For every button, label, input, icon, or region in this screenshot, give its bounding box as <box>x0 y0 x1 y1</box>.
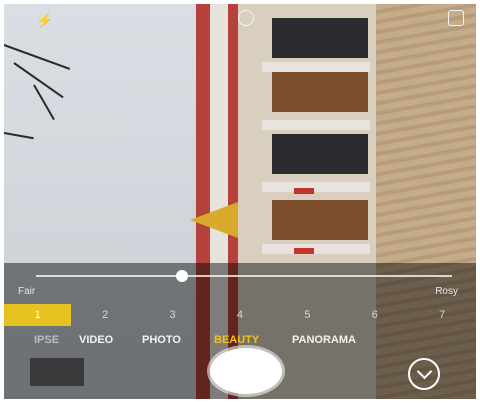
mode-video[interactable]: VIDEO <box>79 334 113 346</box>
building-pillar <box>262 182 370 192</box>
level-6[interactable]: 6 <box>341 304 408 326</box>
level-4[interactable]: 4 <box>206 304 273 326</box>
beauty-level-selector: 1 2 3 4 5 6 7 <box>4 304 476 326</box>
beauty-slider-track[interactable] <box>36 275 452 277</box>
level-5[interactable]: 5 <box>274 304 341 326</box>
level-7[interactable]: 7 <box>409 304 476 326</box>
building-opening <box>272 200 368 240</box>
building-pillar <box>262 120 370 130</box>
shutter-button[interactable] <box>210 348 282 394</box>
flash-icon[interactable]: ⚡ <box>36 12 53 29</box>
chevron-down-icon <box>416 363 433 380</box>
mode-photo[interactable]: PHOTO <box>142 334 181 346</box>
gallery-thumbnail[interactable] <box>30 358 84 386</box>
slider-min-label: Fair <box>18 286 36 297</box>
mode-timelapse[interactable]: IPSE <box>34 334 59 346</box>
level-2[interactable]: 2 <box>71 304 138 326</box>
level-3[interactable]: 3 <box>139 304 206 326</box>
building-opening <box>272 72 368 112</box>
building-pillar <box>262 244 370 254</box>
switch-camera-icon[interactable] <box>448 10 464 26</box>
mode-beauty[interactable]: BEAUTY <box>214 334 259 346</box>
level-1[interactable]: 1 <box>4 304 72 326</box>
camera-viewfinder[interactable]: ⚡ Fair Rosy 1 2 3 4 5 6 7 IPSE VIDEO PHO… <box>4 4 476 399</box>
red-patch <box>294 188 314 194</box>
more-options-button[interactable] <box>408 358 440 390</box>
beauty-slider-thumb[interactable] <box>175 270 188 282</box>
building-opening <box>272 134 368 174</box>
slider-max-label: Rosy <box>435 286 458 297</box>
building-pillar <box>262 62 370 72</box>
timer-icon[interactable] <box>238 10 254 26</box>
red-patch <box>294 248 314 254</box>
mode-panorama[interactable]: PANORAMA <box>292 334 356 346</box>
building-opening <box>272 18 368 58</box>
